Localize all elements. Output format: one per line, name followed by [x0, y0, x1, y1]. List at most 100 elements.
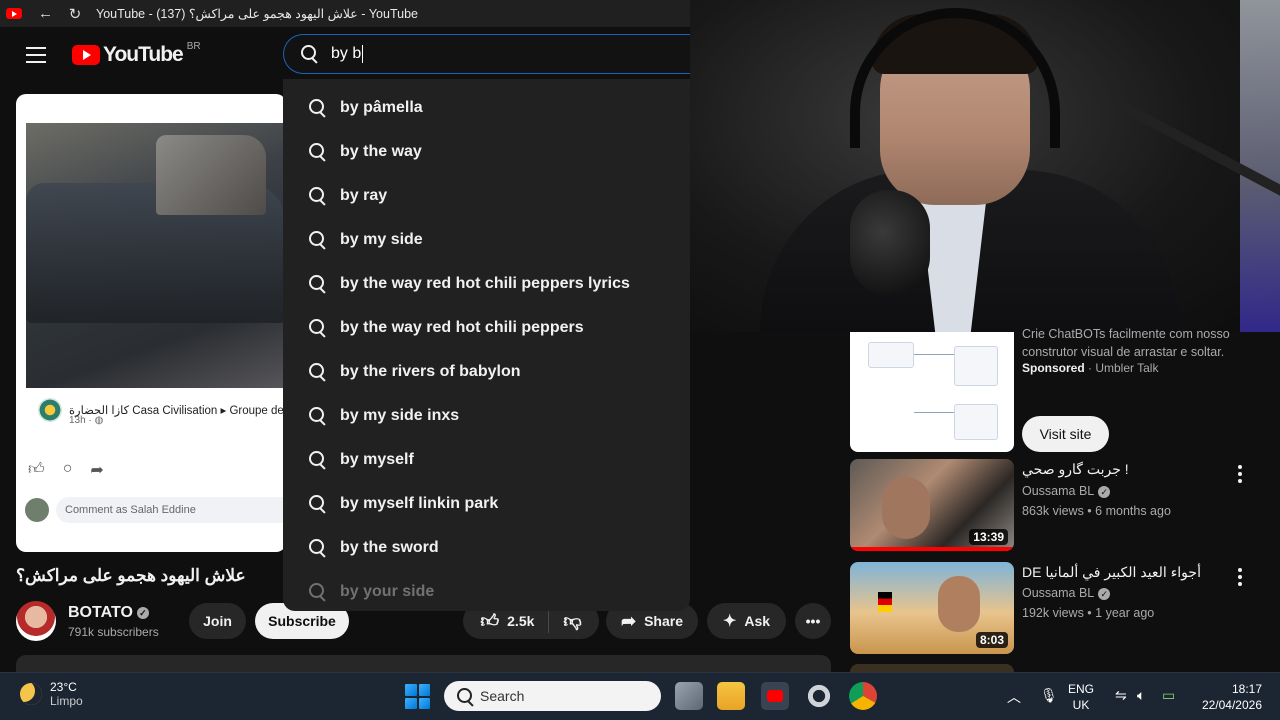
related-video-thumbnail[interactable]: 8:03 — [850, 562, 1014, 654]
back-arrow-icon[interactable]: ← — [38, 5, 53, 22]
obs-icon[interactable] — [805, 682, 833, 710]
related-video-meta: 192k views • 1 year ago — [1022, 606, 1155, 620]
suggestion-item[interactable]: by your side — [283, 570, 690, 611]
reload-icon[interactable]: ↻ — [68, 5, 82, 23]
ask-button[interactable]: ✦ Ask — [707, 603, 786, 639]
suggestion-item[interactable]: by my side — [283, 218, 690, 262]
verified-check-icon: ✓ — [1098, 485, 1111, 498]
suggestion-item[interactable]: by my side inxs — [283, 394, 690, 438]
search-icon — [308, 186, 326, 204]
suggestion-item[interactable]: by the way red hot chili peppers — [283, 306, 690, 350]
video-title: علاش اليهود هجمو على مراكش؟ — [16, 566, 246, 585]
youtube-play-icon — [72, 45, 100, 65]
related-video-channel[interactable]: Oussama BL ✓ — [1022, 586, 1111, 600]
ad-thumbnail[interactable] — [850, 332, 1014, 452]
channel-name-row[interactable]: BOTATO ✓ — [68, 604, 149, 622]
taskbar-search[interactable]: Search — [444, 681, 661, 711]
youtube-logo[interactable]: YouTube BR — [72, 40, 201, 67]
post-time: 13h · ◍ — [69, 415, 104, 426]
chrome-icon[interactable] — [849, 682, 877, 710]
youtube-favicon-icon — [6, 8, 22, 19]
thumbs-up-icon: 👍︎ — [480, 611, 500, 631]
shared-post-card: كازا الحضارة Casa Civilisation ▸ Groupe … — [16, 94, 286, 552]
country-code: BR — [186, 40, 201, 52]
suggestion-item[interactable]: by pâmella — [283, 86, 690, 130]
more-vertical-icon[interactable] — [1236, 568, 1244, 589]
suggestion-text: by myself — [340, 451, 414, 468]
suggestion-item[interactable]: by myself linkin park — [283, 482, 690, 526]
related-video-thumbnail[interactable]: 13:39 — [850, 459, 1014, 551]
search-icon — [308, 362, 326, 380]
comment-placeholder: Comment as Salah Eddine — [56, 497, 286, 523]
search-query: by b — [331, 45, 362, 63]
channel-name: Oussama BL — [1022, 484, 1095, 498]
search-input[interactable]: by b — [283, 34, 703, 74]
suggestion-text: by the way — [340, 143, 422, 160]
search-icon — [308, 538, 326, 556]
suggestion-item[interactable]: by the way — [283, 130, 690, 174]
sparkle-icon: ✦ — [722, 613, 737, 630]
suggestion-text: by my side — [340, 231, 423, 248]
more-vertical-icon[interactable] — [1236, 465, 1244, 486]
windows-start-icon[interactable] — [405, 684, 430, 709]
share-arrow-icon: ➦ — [620, 610, 637, 631]
search-icon — [456, 687, 474, 705]
more-actions-button[interactable]: ••• — [795, 603, 831, 639]
menu-hamburger-icon[interactable] — [26, 47, 46, 63]
description-box[interactable] — [16, 655, 831, 672]
network-icon[interactable]: ⇋ — [1115, 687, 1127, 704]
suggestion-text: by ray — [340, 187, 388, 204]
file-explorer-icon[interactable] — [717, 682, 745, 710]
suggestion-item[interactable]: by myself — [283, 438, 690, 482]
search-icon — [308, 274, 326, 292]
youtube-app-icon[interactable] — [761, 682, 789, 710]
microphone-icon[interactable]: 🎙︎ — [1040, 687, 1058, 704]
advertiser-name: Umbler Talk — [1095, 361, 1159, 375]
related-video-thumbnail[interactable] — [850, 664, 1014, 672]
related-video-meta: 863k views • 6 months ago — [1022, 504, 1171, 518]
comment-bubble-icon: ○ — [62, 460, 73, 477]
headset-icon — [850, 8, 1060, 148]
webcam-overlay — [690, 0, 1280, 332]
suggestion-text: by the rivers of babylon — [340, 363, 521, 380]
search-icon — [300, 44, 318, 62]
related-video-title[interactable]: جربت گارو صحي ! — [1022, 461, 1222, 478]
ad-description: Crie ChatBOTs facilmente com nosso const… — [1022, 327, 1230, 359]
like-count: 2.5k — [507, 613, 535, 629]
join-button[interactable]: Join — [189, 603, 246, 639]
visit-site-button[interactable]: Visit site — [1022, 416, 1109, 452]
volume-icon[interactable]: 🔈︎ — [1137, 687, 1145, 704]
language-code: ENG — [1068, 682, 1095, 696]
suggestion-text: by the sword — [340, 539, 439, 556]
channel-name: BOTATO — [68, 604, 133, 621]
channel-name: Oussama BL — [1022, 586, 1095, 600]
clock-time: 18:17 — [1231, 682, 1262, 696]
suggestion-item[interactable]: by the way red hot chili peppers lyrics — [283, 262, 690, 306]
suggestion-text: by myself linkin park — [340, 495, 499, 512]
task-view-icon[interactable] — [675, 682, 703, 710]
related-video-channel[interactable]: Oussama BL ✓ — [1022, 484, 1111, 498]
region-code: UK — [1072, 698, 1090, 712]
language-indicator[interactable]: ENG UK — [1068, 681, 1094, 713]
suggestion-text: by your side — [340, 583, 435, 600]
video-duration: 13:39 — [969, 529, 1008, 545]
system-clock[interactable]: 18:17 22/04/2026 — [1196, 681, 1262, 713]
window-title: YouTube - (137) علاش اليهود هجمو على مرا… — [96, 7, 418, 21]
battery-icon[interactable]: ▭ — [1162, 687, 1175, 704]
moon-icon — [20, 683, 42, 705]
chevron-up-icon[interactable]: ︿ — [1007, 687, 1021, 707]
thumbs-down-icon: 👎︎ — [563, 611, 582, 631]
suggestion-item[interactable]: by ray — [283, 174, 690, 218]
search-icon — [308, 406, 326, 424]
verified-check-icon: ✓ — [136, 606, 149, 619]
search-icon — [308, 582, 326, 600]
share-arrow-icon: ➦ — [90, 462, 104, 479]
channel-avatar[interactable] — [16, 601, 56, 641]
suggestion-text: by the way red hot chili peppers — [340, 319, 584, 336]
suggestion-item[interactable]: by the rivers of babylon — [283, 350, 690, 394]
commenter-avatar — [25, 498, 49, 522]
related-video-title[interactable]: DE أجواء العيد الكبير في ألمانيا — [1022, 564, 1222, 581]
weather-widget[interactable]: 23°C Limpo — [20, 680, 83, 708]
suggestion-item[interactable]: by the sword — [283, 526, 690, 570]
search-icon — [308, 230, 326, 248]
